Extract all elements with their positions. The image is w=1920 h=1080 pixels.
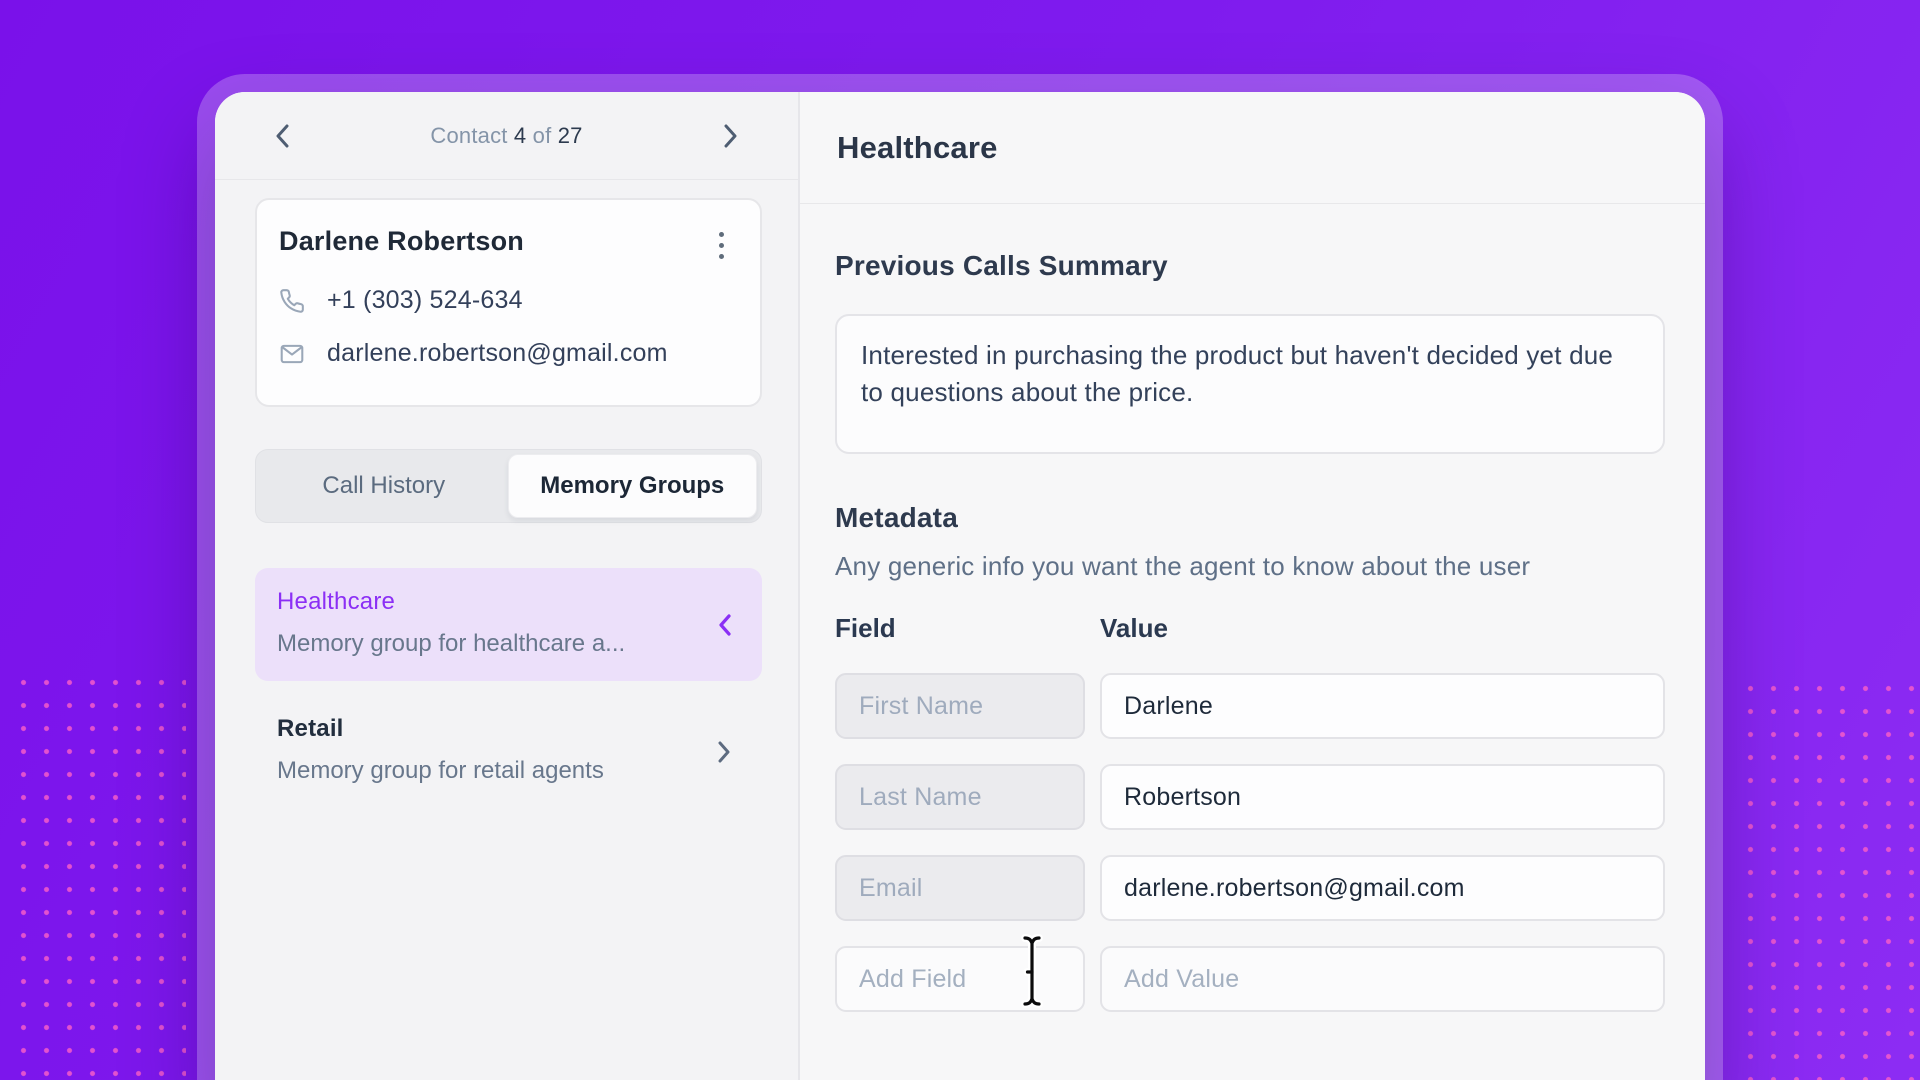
contact-email: darlene.robertson@gmail.com bbox=[327, 339, 668, 368]
contact-pager: Contact 4 of 27 bbox=[215, 92, 798, 180]
metadata-subtitle: Any generic info you want the agent to k… bbox=[835, 551, 1665, 582]
contact-menu-button[interactable] bbox=[708, 228, 734, 262]
field-input-last-name[interactable] bbox=[835, 764, 1085, 830]
field-input-email[interactable] bbox=[835, 855, 1085, 921]
field-input-first-name[interactable] bbox=[835, 673, 1085, 739]
field-column-header: Field bbox=[835, 613, 1085, 644]
chevron-left-icon bbox=[273, 123, 291, 149]
pager-prefix: Contact bbox=[430, 123, 507, 148]
contact-card: Darlene Robertson +1 (303) 524-634 bbox=[255, 198, 762, 407]
summary-heading: Previous Calls Summary bbox=[835, 250, 1665, 282]
memory-group-retail[interactable]: Retail Memory group for retail agents bbox=[255, 695, 762, 808]
group-detail-panel: Healthcare Previous Calls Summary Intere… bbox=[800, 92, 1705, 1080]
contact-sidebar: Contact 4 of 27 Darlene Robertson bbox=[215, 92, 800, 1080]
memory-group-name: Healthcare bbox=[277, 585, 702, 619]
page-title: Healthcare bbox=[837, 130, 998, 166]
tab-call-history[interactable]: Call History bbox=[260, 454, 508, 518]
app-window: Contact 4 of 27 Darlene Robertson bbox=[215, 92, 1705, 1080]
contact-pager-label: Contact 4 of 27 bbox=[294, 123, 719, 149]
contact-phone: +1 (303) 524-634 bbox=[327, 286, 523, 315]
memory-group-list: Healthcare Memory group for healthcare a… bbox=[255, 568, 762, 808]
value-input-email[interactable] bbox=[1100, 855, 1665, 921]
value-input-last-name[interactable] bbox=[1100, 764, 1665, 830]
previous-contact-button[interactable] bbox=[270, 124, 294, 148]
contact-name: Darlene Robertson bbox=[279, 226, 708, 257]
value-input-first-name[interactable] bbox=[1100, 673, 1665, 739]
contact-email-row: darlene.robertson@gmail.com bbox=[279, 339, 734, 368]
mail-icon bbox=[279, 341, 305, 367]
chevron-right-icon bbox=[722, 123, 740, 149]
pager-total: 27 bbox=[558, 123, 583, 148]
memory-group-description: Memory group for healthcare a... bbox=[277, 627, 702, 661]
summary-textarea[interactable]: Interested in purchasing the product but… bbox=[835, 314, 1665, 454]
metadata-table: Field Value bbox=[835, 613, 1665, 1012]
memory-group-description: Memory group for retail agents bbox=[277, 754, 702, 788]
decor-dot-grid-right bbox=[1739, 677, 1920, 1080]
group-detail-header: Healthcare bbox=[800, 92, 1705, 204]
metadata-heading: Metadata bbox=[835, 502, 1665, 534]
expand-chevron-right-icon[interactable] bbox=[717, 740, 732, 764]
memory-group-healthcare[interactable]: Healthcare Memory group for healthcare a… bbox=[255, 568, 762, 681]
next-contact-button[interactable] bbox=[719, 124, 743, 148]
memory-group-name: Retail bbox=[277, 712, 702, 746]
add-value-input[interactable] bbox=[1100, 946, 1665, 1012]
sidebar-tabs: Call History Memory Groups bbox=[255, 449, 762, 523]
summary-text: Interested in purchasing the product but… bbox=[861, 337, 1637, 411]
pager-separator: of bbox=[533, 123, 552, 148]
tab-memory-groups[interactable]: Memory Groups bbox=[508, 454, 758, 518]
value-column-header: Value bbox=[1100, 613, 1665, 644]
contact-phone-row: +1 (303) 524-634 bbox=[279, 286, 734, 315]
add-field-input[interactable] bbox=[835, 946, 1085, 1012]
decor-dot-grid-left bbox=[12, 671, 186, 1080]
phone-icon bbox=[279, 288, 305, 314]
pager-current: 4 bbox=[514, 123, 526, 148]
collapse-chevron-left-icon[interactable] bbox=[717, 613, 732, 637]
purple-background: Contact 4 of 27 Darlene Robertson bbox=[0, 0, 1920, 1080]
